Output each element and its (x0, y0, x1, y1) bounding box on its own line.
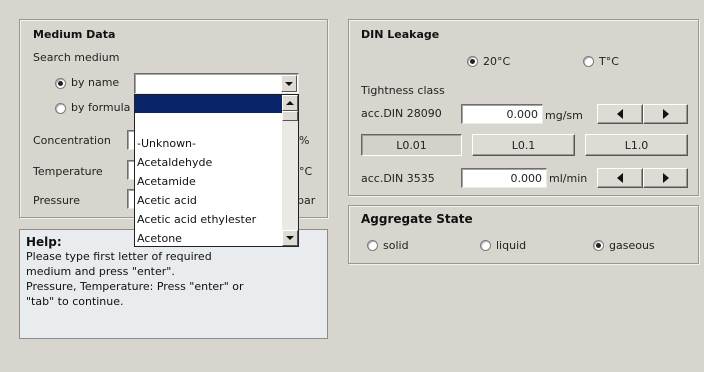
tightness-class-label: Tightness class (361, 84, 445, 97)
din28090-prev-button[interactable] (597, 104, 643, 124)
temp-20-radio[interactable] (467, 56, 478, 67)
by-name-label[interactable]: by name (71, 76, 119, 89)
din3535-input[interactable]: 0.000 (461, 168, 547, 188)
gaseous-label[interactable]: gaseous (609, 239, 655, 252)
din28090-value: 0.000 (506, 108, 539, 121)
pressure-unit: bar (297, 194, 316, 207)
din28090-input[interactable]: 0.000 (461, 104, 543, 124)
liquid-radio[interactable] (480, 240, 491, 251)
help-line-1: Please type first letter of required (26, 250, 212, 263)
din3535-value: 0.000 (510, 172, 543, 185)
temp-20-label[interactable]: 20°C (483, 55, 510, 68)
solid-radio[interactable] (367, 240, 378, 251)
chevron-up-icon (286, 101, 294, 105)
din28090-next-button[interactable] (643, 104, 688, 124)
class-l10-label: L1.0 (624, 138, 649, 152)
class-l001-label: L0.01 (396, 138, 427, 152)
temperature-unit: °C (299, 165, 313, 178)
din-leakage-title: DIN Leakage (361, 28, 440, 41)
medium-search-input[interactable] (134, 73, 299, 94)
scroll-down-button[interactable] (282, 230, 298, 246)
dropdown-item-selected[interactable] (135, 95, 282, 113)
scroll-up-button[interactable] (282, 95, 298, 111)
help-line-3: Pressure, Temperature: Press "enter" or (26, 280, 244, 293)
medium-dropdown-list[interactable]: -Unknown- Acetaldehyde Acetamide Acetic … (134, 94, 299, 247)
by-formula-radio[interactable] (55, 103, 66, 114)
medium-data-title: Medium Data (33, 28, 116, 41)
dropdown-item-unknown[interactable]: -Unknown- (137, 137, 196, 150)
din3535-unit: ml/min (549, 172, 588, 185)
dropdown-item-acetic-acid-ethylester[interactable]: Acetic acid ethylester (137, 213, 256, 226)
class-l001-button[interactable]: L0.01 (361, 134, 462, 156)
chevron-down-icon (286, 236, 294, 240)
combo-dropdown-button[interactable] (281, 75, 297, 92)
help-title: Help: (26, 235, 62, 249)
dropdown-scrollbar[interactable] (282, 95, 298, 246)
search-medium-label: Search medium (33, 51, 120, 64)
dropdown-item-acetamide[interactable]: Acetamide (137, 175, 196, 188)
by-name-radio[interactable] (55, 78, 66, 89)
din3535-prev-button[interactable] (597, 168, 643, 188)
arrow-right-icon (662, 173, 669, 183)
by-formula-label[interactable]: by formula (71, 101, 130, 114)
dropdown-item-acetone[interactable]: Acetone (137, 232, 182, 245)
liquid-label[interactable]: liquid (496, 239, 526, 252)
solid-label[interactable]: solid (383, 239, 409, 252)
class-l01-button[interactable]: L0.1 (472, 134, 575, 156)
din28090-unit: mg/sm (545, 109, 583, 122)
class-l10-button[interactable]: L1.0 (585, 134, 688, 156)
arrow-right-icon (662, 109, 669, 119)
dropdown-item-acetaldehyde[interactable]: Acetaldehyde (137, 156, 212, 169)
scroll-thumb[interactable] (282, 111, 298, 121)
aggregate-state-title: Aggregate State (361, 212, 473, 226)
din3535-label: acc.DIN 3535 (361, 172, 435, 185)
pressure-label: Pressure (33, 194, 80, 207)
chevron-down-icon (285, 81, 293, 86)
concentration-label: Concentration (33, 134, 111, 147)
class-l01-label: L0.1 (511, 138, 536, 152)
concentration-unit: % (299, 134, 310, 147)
temp-t-radio[interactable] (583, 56, 594, 67)
help-line-2: medium and press "enter". (26, 265, 175, 278)
din3535-next-button[interactable] (643, 168, 688, 188)
temperature-label: Temperature (33, 165, 103, 178)
help-line-4: "tab" to continue. (26, 295, 124, 308)
arrow-left-icon (617, 109, 623, 119)
dropdown-item-acetic-acid[interactable]: Acetic acid (137, 194, 197, 207)
arrow-left-icon (617, 173, 623, 183)
gaseous-radio[interactable] (593, 240, 604, 251)
din28090-label: acc.DIN 28090 (361, 107, 442, 120)
temp-t-label[interactable]: T°C (599, 55, 619, 68)
